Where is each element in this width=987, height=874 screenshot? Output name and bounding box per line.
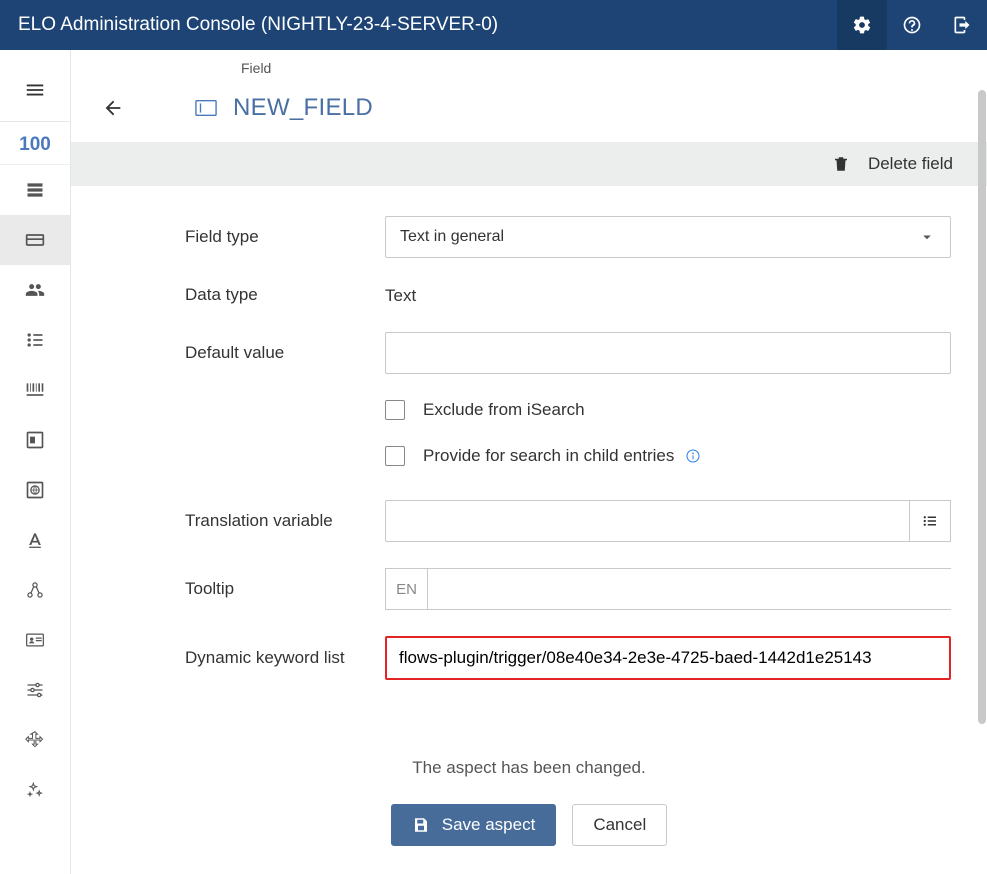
sidebar-users-icon[interactable] [0,265,70,315]
sidebar-form-icon[interactable] [0,215,70,265]
default-value-input[interactable] [385,332,951,374]
info-icon[interactable] [684,447,702,465]
action-bar: Delete field [71,142,987,186]
page-title: NEW_FIELD [233,94,373,122]
exclude-isearch-checkbox[interactable] [385,400,405,420]
footer: The aspect has been changed. Save aspect… [71,758,987,874]
tooltip-label: Tooltip [185,579,385,599]
page-header: NEW_FIELD [71,76,987,142]
provide-child-label: Provide for search in child entries [423,446,674,466]
cancel-button[interactable]: Cancel [572,804,667,846]
data-type-label: Data type [185,285,385,305]
sidebar-list-icon[interactable] [0,315,70,365]
sidebar-barcode-icon[interactable] [0,365,70,415]
sidebar-sparkle-icon[interactable] [0,765,70,815]
translation-list-button[interactable] [909,500,951,542]
sidebar-table-icon[interactable] [0,165,70,215]
topbar: ELO Administration Console (NIGHTLY-23-4… [0,0,987,50]
topbar-actions [837,0,987,50]
provide-child-checkbox[interactable] [385,446,405,466]
exclude-isearch-label: Exclude from iSearch [423,400,585,420]
sidebar-font-icon[interactable] [0,515,70,565]
chevron-down-icon [918,228,936,246]
sidebar-globe-icon[interactable] [0,465,70,515]
main-content: Field NEW_FIELD Delete field Field type … [71,50,987,874]
breadcrumb[interactable]: Field [71,50,987,76]
delete-field-label: Delete field [868,154,953,174]
dynamic-keyword-input[interactable] [387,638,949,678]
cancel-label: Cancel [593,815,646,835]
back-arrow-icon[interactable] [91,97,135,119]
sidebar: 100 [0,50,71,874]
field-type-icon [195,99,217,117]
dynamic-keyword-label: Dynamic keyword list [185,648,385,668]
save-icon [412,816,430,834]
dynamic-keyword-highlight [385,636,951,680]
help-icon[interactable] [887,0,937,50]
translation-variable-label: Translation variable [185,511,385,531]
settings-icon[interactable] [837,0,887,50]
data-type-value: Text [385,284,951,306]
field-type-value: Text in general [400,228,504,246]
save-aspect-label: Save aspect [442,815,536,835]
status-message: The aspect has been changed. [71,758,987,778]
default-value-label: Default value [185,343,385,363]
field-type-label: Field type [185,227,385,247]
app-title: ELO Administration Console (NIGHTLY-23-4… [18,14,837,36]
list-icon [921,512,939,530]
delete-field-button[interactable]: Delete field [832,154,953,174]
sidebar-id-icon[interactable] [0,615,70,665]
sidebar-sliders-icon[interactable] [0,665,70,715]
form: Field type Text in general Data type Tex… [71,186,987,706]
sidebar-number[interactable]: 100 [0,122,70,165]
translation-variable-input[interactable] [385,500,909,542]
tooltip-input[interactable] [427,568,951,610]
sidebar-move-icon[interactable] [0,715,70,765]
sidebar-graph-icon[interactable] [0,565,70,615]
menu-toggle-icon[interactable] [0,72,70,122]
save-aspect-button[interactable]: Save aspect [391,804,557,846]
tooltip-lang-prefix: EN [385,568,427,610]
trash-icon [832,155,850,173]
scrollbar[interactable] [978,90,986,724]
logout-icon[interactable] [937,0,987,50]
field-type-select[interactable]: Text in general [385,216,951,258]
sidebar-panel-icon[interactable] [0,415,70,465]
